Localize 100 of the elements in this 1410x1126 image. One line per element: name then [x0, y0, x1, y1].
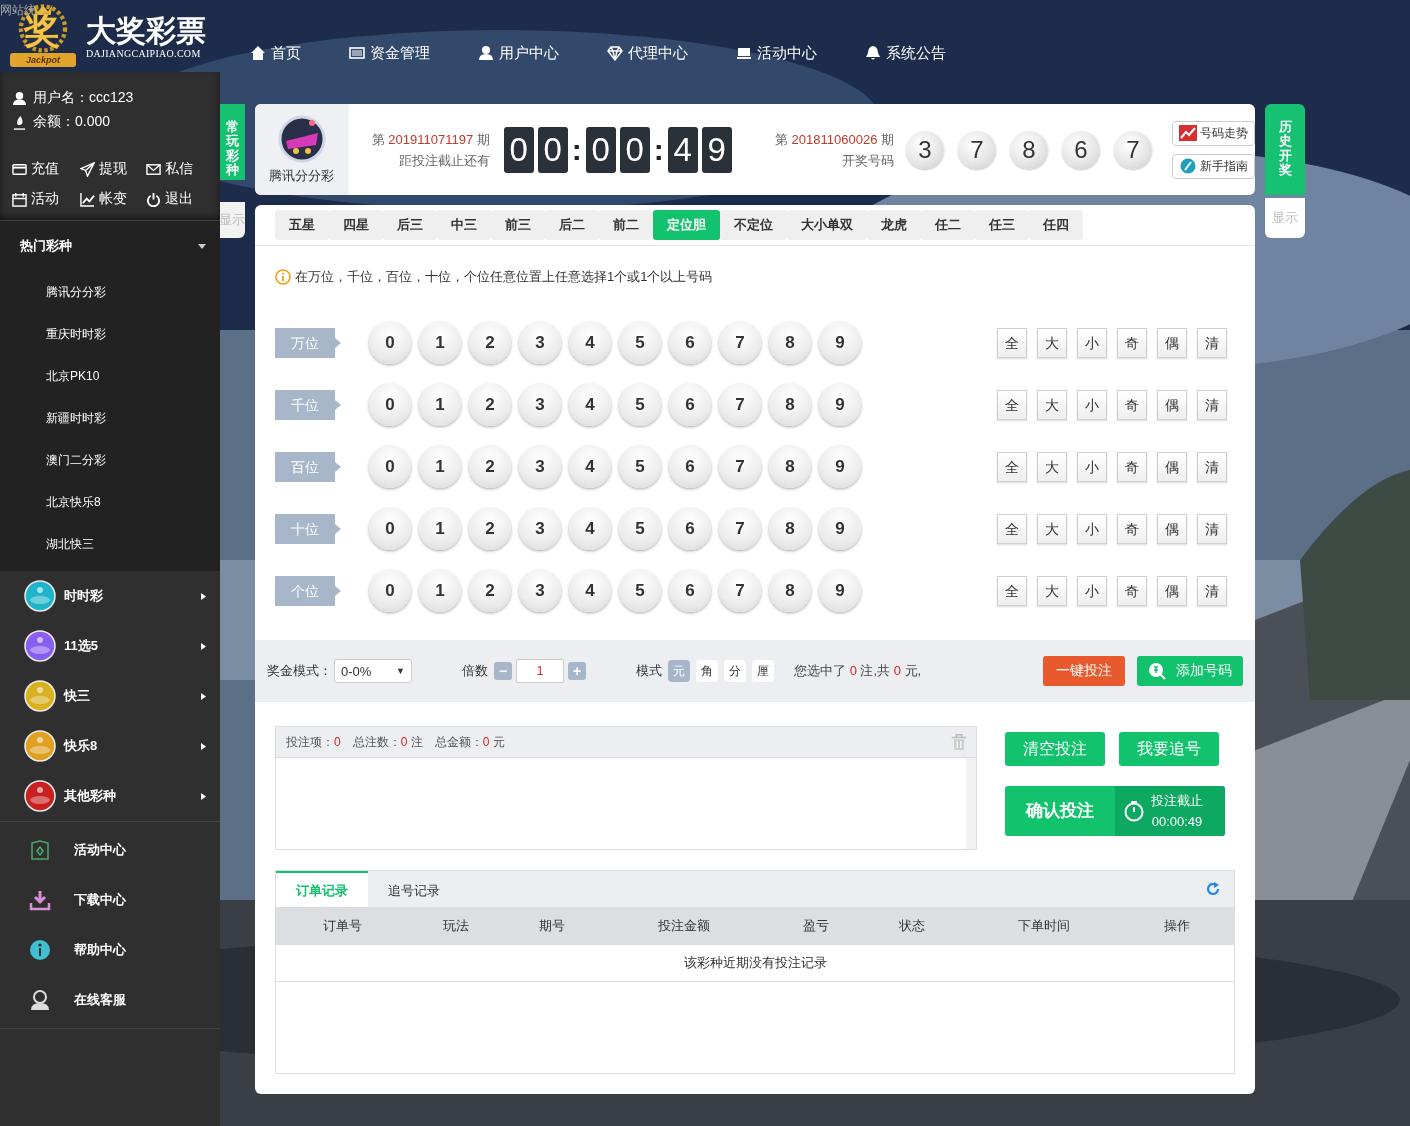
play-tab[interactable]: 前二 — [599, 210, 653, 240]
number-ball[interactable]: 6 — [669, 508, 711, 550]
number-ball[interactable]: 8 — [769, 322, 811, 364]
number-ball[interactable]: 6 — [669, 384, 711, 426]
category-item[interactable]: 快乐8 — [0, 721, 220, 771]
number-ball[interactable]: 7 — [719, 508, 761, 550]
user-action-link[interactable]: 私信 — [146, 160, 216, 178]
play-tab[interactable]: 任四 — [1029, 210, 1083, 240]
number-ball[interactable]: 0 — [369, 570, 411, 612]
number-ball[interactable]: 8 — [769, 570, 811, 612]
play-tab[interactable]: 四星 — [329, 210, 383, 240]
number-ball[interactable]: 9 — [819, 322, 861, 364]
number-ball[interactable]: 4 — [569, 508, 611, 550]
number-ball[interactable]: 5 — [619, 384, 661, 426]
nav-link[interactable]: 首页 — [250, 43, 301, 63]
quick-select-button[interactable]: 小 — [1077, 390, 1107, 420]
number-ball[interactable]: 9 — [819, 508, 861, 550]
category-item[interactable]: 快三 — [0, 671, 220, 721]
nav-link[interactable]: 活动中心 — [736, 43, 817, 63]
number-ball[interactable]: 0 — [369, 508, 411, 550]
number-ball[interactable]: 4 — [569, 446, 611, 488]
quick-select-button[interactable]: 偶 — [1157, 576, 1187, 606]
number-ball[interactable]: 4 — [569, 322, 611, 364]
user-action-link[interactable]: 充值 — [12, 160, 80, 178]
number-ball[interactable]: 9 — [819, 384, 861, 426]
user-action-link[interactable]: 帐变 — [80, 190, 146, 208]
quick-select-button[interactable]: 全 — [997, 514, 1027, 544]
nav-link[interactable]: 代理中心 — [607, 43, 688, 63]
quick-select-button[interactable]: 清 — [1197, 576, 1227, 606]
quick-select-button[interactable]: 偶 — [1157, 390, 1187, 420]
quick-select-button[interactable]: 全 — [997, 452, 1027, 482]
quick-select-button[interactable]: 小 — [1077, 452, 1107, 482]
number-ball[interactable]: 2 — [469, 446, 511, 488]
number-ball[interactable]: 2 — [469, 384, 511, 426]
number-ball[interactable]: 8 — [769, 508, 811, 550]
number-ball[interactable]: 9 — [819, 446, 861, 488]
number-ball[interactable]: 7 — [719, 322, 761, 364]
number-ball[interactable]: 9 — [819, 570, 861, 612]
quick-select-button[interactable]: 大 — [1037, 452, 1067, 482]
number-ball[interactable]: 3 — [519, 384, 561, 426]
number-ball[interactable]: 3 — [519, 570, 561, 612]
quick-select-button[interactable]: 奇 — [1117, 328, 1147, 358]
quick-select-button[interactable]: 全 — [997, 328, 1027, 358]
number-ball[interactable]: 1 — [419, 508, 461, 550]
number-ball[interactable]: 1 — [419, 570, 461, 612]
unit-option[interactable]: 厘 — [752, 660, 774, 682]
number-ball[interactable]: 3 — [519, 446, 561, 488]
quick-select-button[interactable]: 奇 — [1117, 452, 1147, 482]
number-ball[interactable]: 4 — [569, 570, 611, 612]
quick-select-button[interactable]: 小 — [1077, 328, 1107, 358]
quick-select-button[interactable]: 清 — [1197, 390, 1227, 420]
lottery-link[interactable]: 北京PK10 — [0, 355, 220, 397]
number-ball[interactable]: 2 — [469, 570, 511, 612]
category-item[interactable]: 时时彩 — [0, 571, 220, 621]
unit-option[interactable]: 角 — [696, 660, 718, 682]
quick-select-button[interactable]: 全 — [997, 390, 1027, 420]
category-item[interactable]: 其他彩种 — [0, 771, 220, 821]
play-tab[interactable]: 后三 — [383, 210, 437, 240]
lottery-link[interactable]: 重庆时时彩 — [0, 313, 220, 355]
number-ball[interactable]: 8 — [769, 384, 811, 426]
quick-select-button[interactable]: 清 — [1197, 452, 1227, 482]
header-button[interactable]: 号码走势 — [1172, 120, 1255, 146]
quick-select-button[interactable]: 小 — [1077, 576, 1107, 606]
number-ball[interactable]: 2 — [469, 322, 511, 364]
lottery-link[interactable]: 北京快乐8 — [0, 481, 220, 523]
number-ball[interactable]: 6 — [669, 570, 711, 612]
quick-bet-button[interactable]: 一键投注 — [1043, 656, 1125, 686]
multiple-field[interactable]: 1 — [516, 659, 564, 683]
nav-link[interactable]: 用户中心 — [478, 43, 559, 63]
lottery-link[interactable]: 腾讯分分彩 — [0, 271, 220, 313]
user-action-link[interactable]: 活动 — [12, 190, 80, 208]
play-tab[interactable]: 中三 — [437, 210, 491, 240]
lottery-link[interactable]: 新疆时时彩 — [0, 397, 220, 439]
play-tab[interactable]: 任三 — [975, 210, 1029, 240]
quick-select-button[interactable]: 清 — [1197, 514, 1227, 544]
number-ball[interactable]: 5 — [619, 322, 661, 364]
unit-option[interactable]: 分 — [724, 660, 746, 682]
lottery-link[interactable]: 湖北快三 — [0, 523, 220, 565]
quick-select-button[interactable]: 大 — [1037, 390, 1067, 420]
sidebar-link[interactable]: 活动中心 — [0, 825, 220, 875]
user-action-link[interactable]: 提现 — [80, 160, 146, 178]
number-ball[interactable]: 1 — [419, 384, 461, 426]
play-tab[interactable]: 不定位 — [720, 210, 787, 240]
nav-link[interactable]: 资金管理 — [349, 43, 430, 63]
play-tab[interactable]: 五星 — [275, 210, 329, 240]
number-ball[interactable]: 8 — [769, 446, 811, 488]
number-ball[interactable]: 5 — [619, 570, 661, 612]
quick-select-button[interactable]: 奇 — [1117, 390, 1147, 420]
play-tab[interactable]: 前三 — [491, 210, 545, 240]
quick-select-button[interactable]: 偶 — [1157, 514, 1187, 544]
number-ball[interactable]: 0 — [369, 384, 411, 426]
play-tab[interactable]: 任二 — [921, 210, 975, 240]
sidebar-link[interactable]: 帮助中心 — [0, 925, 220, 975]
category-item[interactable]: 11选5 — [0, 621, 220, 671]
user-action-link[interactable]: 退出 — [146, 190, 216, 208]
number-ball[interactable]: 3 — [519, 508, 561, 550]
quick-select-button[interactable]: 奇 — [1117, 514, 1147, 544]
prize-mode-select[interactable]: 0-0% ▼ — [334, 659, 412, 683]
quick-select-button[interactable]: 奇 — [1117, 576, 1147, 606]
header-button[interactable]: 新手指南 — [1172, 153, 1255, 179]
